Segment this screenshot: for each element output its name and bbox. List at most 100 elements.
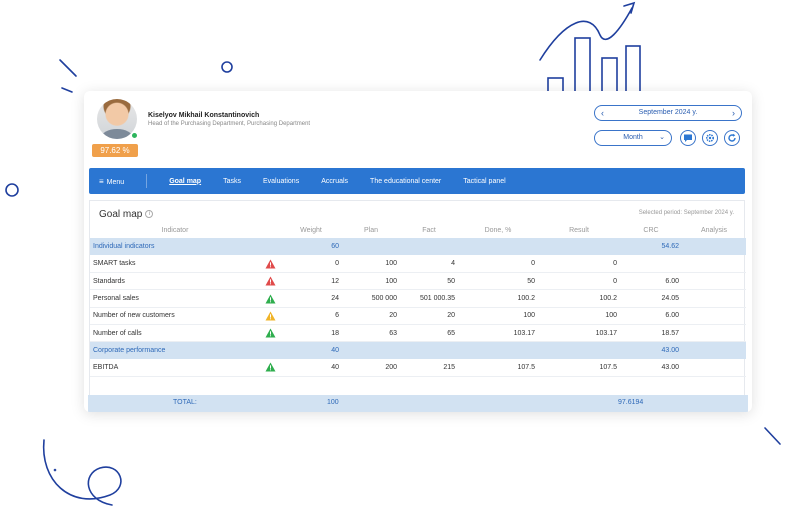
done-cell: 100.2	[458, 289, 538, 308]
plan-cell: 200	[342, 359, 400, 377]
column-header: Weight	[300, 226, 322, 234]
crc-cell: 6.00	[620, 307, 682, 325]
status-cell	[260, 307, 280, 325]
nav-divider	[146, 174, 148, 188]
status-green-warning-icon	[265, 362, 276, 372]
menu-button[interactable]: ≡ Menu	[99, 177, 124, 186]
group-plan	[342, 341, 400, 360]
tab-educational-center[interactable]: The educational center	[370, 178, 441, 185]
done-cell: 100	[458, 307, 538, 325]
settings-button[interactable]	[702, 130, 718, 146]
period-type-select[interactable]: Month ⌄	[594, 130, 672, 146]
fact-cell: 50	[400, 272, 458, 291]
status-cell	[260, 324, 280, 343]
online-status-icon	[131, 132, 138, 139]
chat-button[interactable]	[680, 130, 696, 146]
plan-cell: 100	[342, 272, 400, 291]
column-header: Result	[569, 226, 589, 234]
chat-icon	[684, 134, 692, 142]
tab-evaluations[interactable]: Evaluations	[263, 178, 299, 185]
total-weight: 100	[327, 399, 339, 406]
group-result	[538, 238, 620, 256]
column-header: Done, %	[484, 226, 512, 234]
group-row[interactable]: Individual indicators 60 54.62	[90, 238, 746, 256]
tab-goal-map[interactable]: Goal map	[169, 178, 201, 185]
group-analysis	[682, 238, 746, 256]
status-cell	[260, 272, 280, 291]
crc-cell: 24.05	[620, 289, 682, 308]
table-row[interactable]: EBITDA 40 200 215 107.5 107.5 43.00	[90, 359, 746, 377]
result-cell: 103.17	[538, 324, 620, 343]
period-selector[interactable]: ‹ September 2024 y. ›	[594, 105, 742, 121]
hamburger-icon: ≡	[99, 176, 104, 186]
profile-block: 97.62 %	[92, 99, 142, 157]
analysis-cell	[682, 272, 746, 291]
status-cell	[260, 255, 280, 274]
main-navigation: ≡ Menu Goal map Tasks Evaluations Accrual…	[89, 168, 745, 194]
fact-cell: 215	[400, 359, 458, 377]
group-done	[458, 238, 538, 256]
table-header: Indicator Weight Plan Fact Done, % Resul…	[90, 222, 746, 238]
goal-map-window: 97.62 % Kiselyov Mikhail Konstantinovich…	[84, 91, 752, 412]
info-icon[interactable]: i	[145, 210, 154, 219]
table-row[interactable]: SMART tasks 0 100 4 0 0	[90, 255, 746, 274]
period-type-value: Month	[623, 134, 643, 141]
tab-accruals[interactable]: Accruals	[321, 178, 348, 185]
crc-cell: 18.57	[620, 324, 682, 343]
done-cell: 107.5	[458, 359, 538, 377]
menu-label: Menu	[106, 178, 125, 186]
table-row[interactable]: Standards 12 100 50 50 0 6.00	[90, 272, 746, 291]
total-label: TOTAL:	[173, 399, 197, 406]
group-fact	[400, 341, 458, 360]
panel-title-text: Goal map	[99, 209, 143, 220]
plan-cell: 500 000	[342, 289, 400, 308]
goal-map-panel: Goal map i Selected period: September 202…	[89, 200, 746, 412]
fact-cell: 501 000.35	[400, 289, 458, 308]
user-name: Kiselyov Mikhail Konstantinovich	[148, 112, 260, 119]
weight-cell: 18	[280, 324, 342, 343]
tab-tactical-panel[interactable]: Tactical panel	[463, 178, 505, 185]
column-header-status	[260, 222, 280, 238]
refresh-icon	[728, 133, 736, 142]
analysis-cell	[682, 307, 746, 325]
result-cell: 100.2	[538, 289, 620, 308]
table-row[interactable]: Number of new customers 6 20 20 100 100 6.00	[90, 307, 746, 325]
selected-period-text: Selected period: September 2024 y.	[638, 210, 734, 216]
column-header: Plan	[363, 226, 378, 234]
result-cell: 100	[538, 307, 620, 325]
period-value: September 2024 y.	[638, 109, 698, 116]
table-row[interactable]: Number of calls 18 63 65 103.17 103.17 18.57	[90, 324, 746, 343]
table-row[interactable]: Personal sales 24 500 000 501 000.35 100.2 10…	[90, 289, 746, 308]
group-weight: 60	[280, 238, 342, 256]
tab-tasks[interactable]: Tasks	[223, 178, 241, 185]
column-header: CRC	[643, 226, 659, 234]
crc-cell: 6.00	[620, 272, 682, 291]
group-fact	[400, 238, 458, 256]
user-role: Head of the Purchasing Department, Purch…	[148, 121, 311, 127]
chevron-left-icon[interactable]: ‹	[601, 106, 604, 120]
status-red-warning-icon	[265, 259, 276, 269]
plan-cell: 20	[342, 307, 400, 325]
column-header: Indicator	[161, 226, 189, 234]
group-row[interactable]: Corporate performance 40 43.00	[90, 341, 746, 360]
result-cell: 0	[538, 272, 620, 291]
done-cell: 0	[458, 255, 538, 274]
column-header: Analysis	[700, 226, 728, 234]
group-status	[260, 238, 280, 256]
plan-cell: 63	[342, 324, 400, 343]
fact-cell: 4	[400, 255, 458, 274]
gear-icon	[705, 133, 715, 143]
analysis-cell	[682, 255, 746, 274]
analysis-cell	[682, 289, 746, 308]
status-green-warning-icon	[265, 294, 276, 304]
chevron-right-icon[interactable]: ›	[732, 106, 735, 120]
group-analysis	[682, 341, 746, 360]
fact-cell: 20	[400, 307, 458, 325]
indicator-name: EBITDA	[90, 359, 260, 377]
result-cell: 107.5	[538, 359, 620, 377]
status-cell	[260, 289, 280, 308]
refresh-button[interactable]	[724, 130, 740, 146]
indicator-name: Number of new customers	[90, 307, 260, 325]
status-yellow-warning-icon	[265, 311, 276, 321]
group-result	[538, 341, 620, 360]
